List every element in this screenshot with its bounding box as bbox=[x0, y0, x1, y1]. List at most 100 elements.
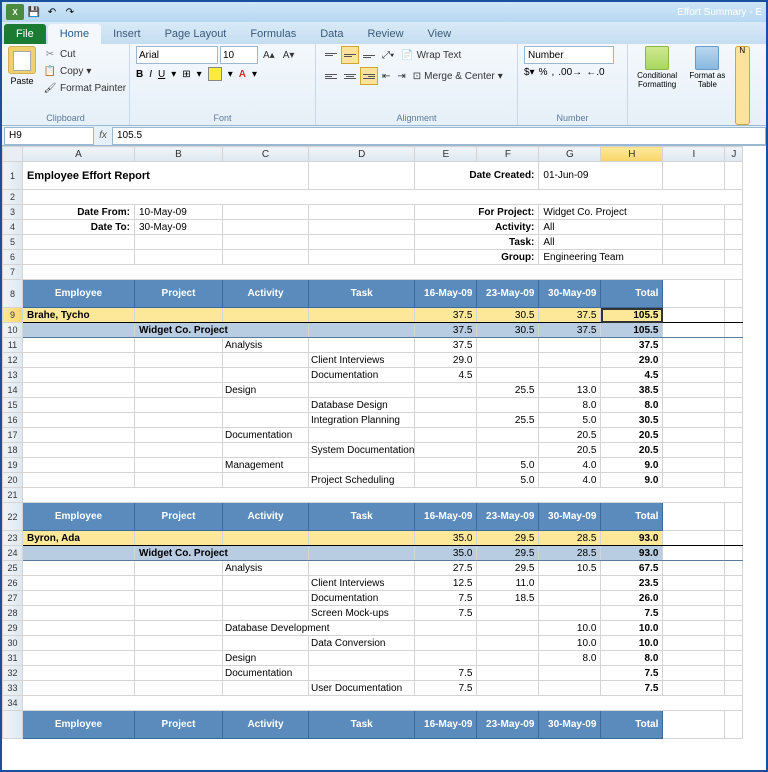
decrease-decimal-button[interactable]: ←.0 bbox=[586, 67, 604, 78]
tab-home[interactable]: Home bbox=[48, 24, 101, 44]
row-6[interactable]: 6 bbox=[3, 250, 23, 265]
col-H[interactable]: H bbox=[601, 147, 663, 162]
tab-review[interactable]: Review bbox=[355, 24, 415, 44]
wrap-text-button[interactable]: 📄 Wrap Text bbox=[398, 46, 464, 64]
task: All bbox=[539, 235, 663, 250]
activity-label: Activity: bbox=[415, 220, 539, 235]
row-27[interactable]: 27 bbox=[3, 591, 23, 606]
cut-button[interactable]: ✂Cut bbox=[40, 46, 129, 62]
undo-icon[interactable]: ↶ bbox=[44, 4, 60, 20]
row-9[interactable]: 9 bbox=[3, 308, 23, 323]
row-29[interactable]: 29 bbox=[3, 621, 23, 636]
currency-button[interactable]: $▾ bbox=[524, 67, 535, 78]
merge-center-button[interactable]: ⊡ Merge & Center ▾ bbox=[410, 67, 506, 85]
cell-H9[interactable]: 105.5 bbox=[601, 308, 663, 323]
bold-button[interactable]: B bbox=[136, 69, 143, 80]
format-table-icon bbox=[695, 46, 719, 70]
tab-data[interactable]: Data bbox=[308, 24, 355, 44]
fill-color-button[interactable] bbox=[208, 67, 222, 81]
row-23[interactable]: 23 bbox=[3, 531, 23, 546]
row-34[interactable]: 34 bbox=[3, 696, 23, 711]
col-J[interactable]: J bbox=[725, 147, 743, 162]
row-1[interactable]: 1 bbox=[3, 162, 23, 190]
row-25[interactable]: 25 bbox=[3, 561, 23, 576]
row-20[interactable]: 20 bbox=[3, 473, 23, 488]
copy-button[interactable]: 📋Copy ▾ bbox=[40, 63, 129, 79]
paste-icon bbox=[8, 46, 36, 74]
increase-indent-button[interactable]: ⇥ bbox=[394, 67, 408, 85]
redo-icon[interactable]: ↷ bbox=[62, 4, 78, 20]
row-3[interactable]: 3 bbox=[3, 205, 23, 220]
row-31[interactable]: 31 bbox=[3, 651, 23, 666]
row-5[interactable]: 5 bbox=[3, 235, 23, 250]
save-icon[interactable]: 💾 bbox=[26, 4, 42, 20]
align-left-button[interactable] bbox=[322, 67, 340, 85]
grow-font-button[interactable]: A▴ bbox=[260, 46, 278, 64]
worksheet[interactable]: A B C D E F G H I J 1Employee Effort Rep… bbox=[2, 146, 766, 752]
row-26[interactable]: 26 bbox=[3, 576, 23, 591]
row-2[interactable]: 2 bbox=[3, 190, 23, 205]
row-11[interactable]: 11 bbox=[3, 338, 23, 353]
col-I[interactable]: I bbox=[663, 147, 725, 162]
align-bottom-button[interactable] bbox=[360, 46, 378, 64]
row-16[interactable]: 16 bbox=[3, 413, 23, 428]
row-32[interactable]: 32 bbox=[3, 666, 23, 681]
row-10[interactable]: 10 bbox=[3, 323, 23, 338]
font-family-select[interactable] bbox=[136, 46, 218, 64]
row-33[interactable]: 33 bbox=[3, 681, 23, 696]
shrink-font-button[interactable]: A▾ bbox=[280, 46, 298, 64]
col-E[interactable]: E bbox=[415, 147, 477, 162]
orientation-button[interactable]: ⤢▾ bbox=[379, 46, 397, 64]
tab-insert[interactable]: Insert bbox=[101, 24, 153, 44]
comma-button[interactable]: , bbox=[552, 67, 555, 78]
row-18[interactable]: 18 bbox=[3, 443, 23, 458]
font-size-select[interactable] bbox=[220, 46, 258, 64]
percent-button[interactable]: % bbox=[539, 67, 548, 78]
increase-decimal-button[interactable]: .00→ bbox=[558, 67, 582, 78]
row-8[interactable]: 8 bbox=[3, 280, 23, 308]
tab-formulas[interactable]: Formulas bbox=[238, 24, 308, 44]
row-22[interactable]: 22 bbox=[3, 503, 23, 531]
select-all-corner[interactable] bbox=[3, 147, 23, 162]
cut-icon: ✂ bbox=[43, 47, 57, 61]
format-painter-button[interactable]: 🖌Format Painter bbox=[40, 80, 129, 96]
tab-file[interactable]: File bbox=[4, 24, 46, 44]
number-format-select[interactable] bbox=[524, 46, 614, 64]
row-14[interactable]: 14 bbox=[3, 383, 23, 398]
row-13[interactable]: 13 bbox=[3, 368, 23, 383]
row-24[interactable]: 24 bbox=[3, 546, 23, 561]
border-button[interactable]: ⊞ bbox=[182, 69, 190, 80]
decrease-indent-button[interactable]: ⇤ bbox=[379, 67, 393, 85]
row-7[interactable]: 7 bbox=[3, 265, 23, 280]
row-12[interactable]: 12 bbox=[3, 353, 23, 368]
row-19[interactable]: 19 bbox=[3, 458, 23, 473]
formula-bar[interactable] bbox=[112, 127, 766, 145]
cell-styles-button[interactable]: N bbox=[735, 46, 750, 125]
tab-view[interactable]: View bbox=[416, 24, 464, 44]
fx-icon[interactable]: fx bbox=[94, 130, 112, 141]
tab-page-layout[interactable]: Page Layout bbox=[153, 24, 239, 44]
align-top-button[interactable] bbox=[322, 46, 340, 64]
hdr-d3: 30-May-09 bbox=[539, 280, 601, 308]
col-D[interactable]: D bbox=[309, 147, 415, 162]
align-middle-button[interactable] bbox=[341, 46, 359, 64]
conditional-formatting-button[interactable]: Conditional Formatting bbox=[634, 46, 680, 125]
col-C[interactable]: C bbox=[223, 147, 309, 162]
col-B[interactable]: B bbox=[135, 147, 223, 162]
row-28[interactable]: 28 bbox=[3, 606, 23, 621]
align-center-button[interactable] bbox=[341, 67, 359, 85]
row-17[interactable]: 17 bbox=[3, 428, 23, 443]
format-as-table-button[interactable]: Format as Table bbox=[684, 46, 730, 125]
row-21[interactable]: 21 bbox=[3, 488, 23, 503]
row-4[interactable]: 4 bbox=[3, 220, 23, 235]
row-15[interactable]: 15 bbox=[3, 398, 23, 413]
col-G[interactable]: G bbox=[539, 147, 601, 162]
row-30[interactable]: 30 bbox=[3, 636, 23, 651]
italic-button[interactable]: I bbox=[149, 69, 152, 80]
align-right-button[interactable] bbox=[360, 67, 378, 85]
underline-button[interactable]: U bbox=[158, 69, 165, 80]
name-box[interactable] bbox=[4, 127, 94, 145]
col-F[interactable]: F bbox=[477, 147, 539, 162]
font-color-button[interactable]: A bbox=[239, 69, 246, 80]
col-A[interactable]: A bbox=[23, 147, 135, 162]
